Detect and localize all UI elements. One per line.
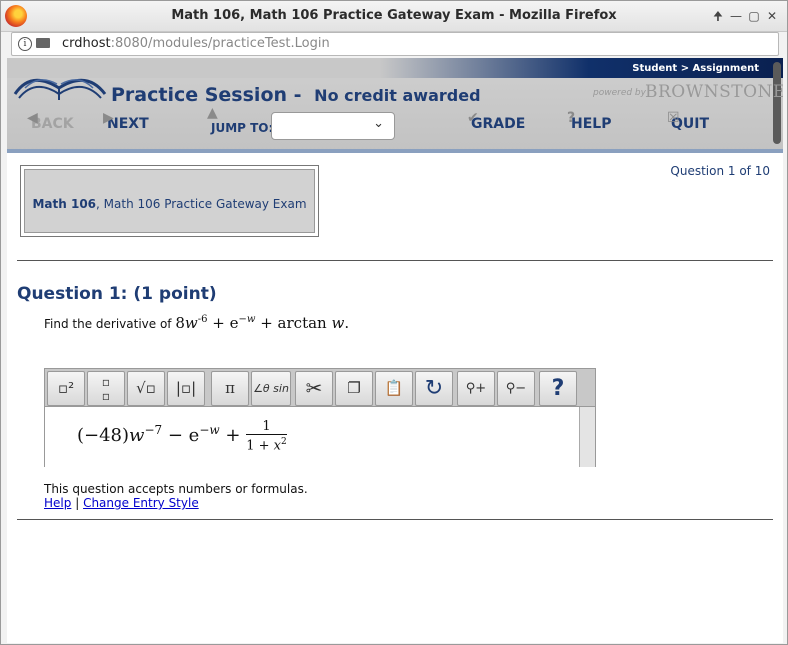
session-title: Practice Session (111, 84, 288, 106)
title-bar: Math 106, Math 106 Practice Gateway Exam… (1, 1, 787, 32)
course-name: , Math 106 Practice Gateway Exam (96, 197, 307, 211)
jump-to-select[interactable]: ⌄ (271, 112, 395, 140)
answer-scrollbar[interactable] (579, 407, 595, 467)
zoom-out-icon[interactable]: ⚲− (497, 371, 535, 406)
session-heading: Practice Session - No credit awarded (111, 84, 481, 106)
square-root-icon[interactable]: √▫ (127, 371, 165, 406)
back-button[interactable]: ◀ BACK (27, 110, 74, 132)
credit-note: No credit awarded (314, 86, 481, 105)
move-up-icon[interactable]: 🠉 (709, 7, 727, 28)
address-bar[interactable]: i crdhost:8080/modules/practiceTest.Logi… (11, 32, 779, 56)
course-box-inner: Math 106, Math 106 Practice Gateway Exam (24, 169, 315, 233)
info-icon[interactable]: i (18, 37, 32, 51)
minimize-icon[interactable]: — (727, 9, 745, 23)
jump-arrow-icon: ▲ (207, 105, 218, 121)
quit-x-icon: ☒ (667, 110, 680, 126)
help-label: HELP (571, 116, 612, 132)
grade-label: GRADE (471, 116, 526, 132)
course-box: Math 106, Math 106 Practice Gateway Exam (20, 165, 319, 237)
browser-window: Math 106, Math 106 Practice Gateway Exam… (0, 0, 788, 645)
course-text: Math 106, Math 106 Practice Gateway Exam (25, 197, 314, 211)
question-counter: Question 1 of 10 (670, 164, 770, 178)
absolute-value-icon[interactable]: |▫| (167, 371, 205, 406)
entry-note: This question accepts numbers or formula… (44, 482, 308, 496)
page-icon (36, 38, 50, 48)
help-links: Help | Change Entry Style (44, 496, 199, 510)
window-title: Math 106, Math 106 Practice Gateway Exam… (171, 8, 617, 23)
next-button[interactable]: ▶ NEXT (103, 110, 149, 132)
divider-bottom (17, 519, 773, 520)
powered-by: powered by (593, 88, 646, 98)
grade-button[interactable]: ✔ GRADE (467, 110, 526, 132)
question-formula: 8w-6 + e−w + arctan w. (175, 314, 350, 332)
question-icon: ? (567, 110, 576, 126)
zoom-in-icon[interactable]: ⚲+ (457, 371, 495, 406)
divider-top (17, 260, 773, 261)
url-host: crdhost (62, 36, 111, 51)
window-controls: 🠉 — ▢ ✕ (709, 7, 781, 28)
jump-to-text: JUMP TO: (211, 121, 274, 135)
page-scrollbar[interactable] (773, 62, 781, 144)
breadcrumb: Student > Assignment (632, 63, 759, 74)
page-content: Student > Assignment Practice Session - … (7, 58, 783, 643)
brand-logo: BROWNSTONE (645, 82, 783, 102)
book-logo-icon (13, 78, 107, 100)
chevron-down-icon: ⌄ (373, 116, 384, 131)
change-entry-style-link[interactable]: Change Entry Style (83, 496, 199, 510)
copy-icon[interactable]: ❐ (335, 371, 373, 406)
back-arrow-icon: ◀ (27, 110, 38, 126)
answer-input[interactable]: (−48)w−7 − e−w + 11 + x2 (44, 406, 596, 467)
url-text[interactable]: crdhost:8080/modules/practiceTest.Login (62, 36, 330, 51)
title-separator: - (293, 84, 302, 106)
paste-icon[interactable]: 📋 (375, 371, 413, 406)
close-icon[interactable]: ✕ (763, 9, 781, 23)
help-link[interactable]: Help (44, 496, 71, 510)
angle-trig-icon[interactable]: ∠θ sin (251, 371, 291, 406)
question-prompt: Find the derivative of (44, 317, 172, 331)
question-text: Find the derivative of 8w-6 + e−w + arct… (44, 314, 349, 332)
check-icon: ✔ (467, 110, 479, 126)
app-header: Student > Assignment Practice Session - … (7, 58, 783, 153)
maximize-icon[interactable]: ▢ (745, 9, 763, 23)
cut-icon[interactable]: ✂ (295, 371, 333, 406)
next-arrow-icon: ▶ (103, 110, 114, 126)
superscript-icon[interactable]: ▫² (47, 371, 85, 406)
equation-toolbar: ▫² ▫ ▫ √▫ |▫| π ∠θ sin ✂ ❐ 📋 ↻ ⚲+ ⚲− ? (44, 368, 596, 407)
link-separator: | (75, 496, 80, 510)
redo-icon[interactable]: ↻ (415, 371, 453, 406)
fraction-icon[interactable]: ▫ ▫ (87, 371, 125, 406)
help-question-icon[interactable]: ? (539, 371, 577, 406)
header-rule (7, 149, 783, 153)
quit-button[interactable]: ☒ QUIT (667, 110, 709, 132)
pi-icon[interactable]: π (211, 371, 249, 406)
course-code: Math 106 (32, 197, 97, 211)
help-button[interactable]: ? HELP (567, 110, 612, 132)
url-path: :8080/modules/practiceTest.Login (110, 36, 330, 51)
answer-expression: (−48)w−7 − e−w + 11 + x2 (77, 419, 287, 454)
question-title: Question 1: (1 point) (17, 284, 217, 304)
jump-to-label: ▲ JUMP TO: (207, 105, 274, 135)
